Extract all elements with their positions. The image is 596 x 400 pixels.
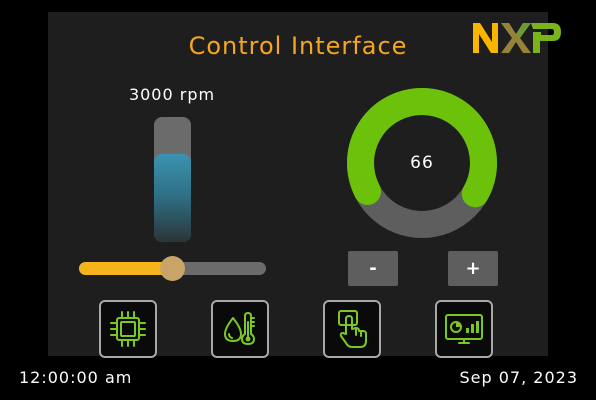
water-temperature-icon — [224, 312, 255, 345]
nxp-logo — [471, 20, 563, 60]
increment-button[interactable]: + — [448, 251, 498, 286]
temperature-button[interactable] — [211, 300, 269, 358]
status-date: Sep 07, 2023 — [459, 368, 578, 387]
dashboard-button[interactable] — [435, 300, 493, 358]
speed-slider-fill — [79, 262, 173, 275]
nxp-logo-icon — [473, 23, 561, 53]
gauge-arc — [347, 88, 497, 208]
decrement-button[interactable]: - — [348, 251, 398, 286]
speed-readout: 3000 rpm — [128, 85, 216, 104]
processor-chip-icon — [110, 311, 146, 347]
touch-button[interactable] — [323, 300, 381, 358]
speed-slider-knob[interactable] — [160, 256, 185, 281]
status-time: 12:00:00 am — [19, 368, 133, 387]
gauge-value: 66 — [410, 153, 434, 173]
chip-button[interactable] — [99, 300, 157, 358]
speed-level-fill — [154, 154, 191, 242]
dashboard-monitor-icon — [445, 314, 483, 344]
touch-hand-icon — [338, 310, 367, 348]
speed-level-bar — [154, 117, 191, 242]
screen: Control Interface 3000 rpm 66 - + 12:00:… — [0, 0, 596, 400]
